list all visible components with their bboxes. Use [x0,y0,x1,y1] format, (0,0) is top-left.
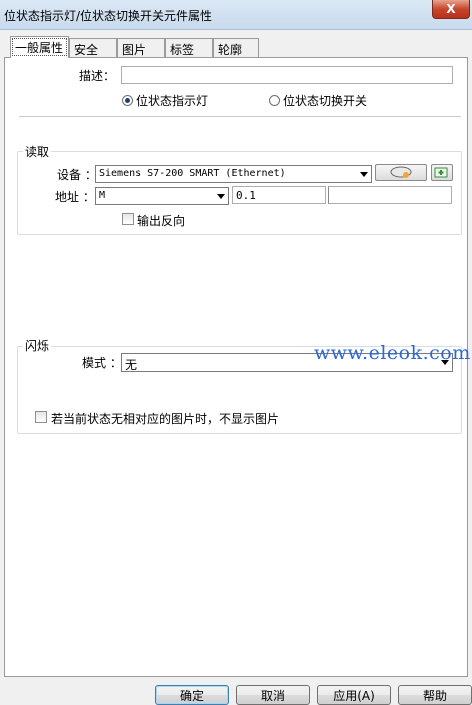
device-select[interactable]: Siemens S7-200 SMART (Ethernet) [95,165,372,183]
address-type-value: M [99,190,106,201]
invert-output-checkbox[interactable] [122,213,134,225]
device-label: 设备 ： [57,168,97,182]
cancel-button[interactable]: 取消 [236,685,310,705]
tab-outline[interactable]: 轮廓 [213,38,259,57]
hide-no-picture-checkbox[interactable] [35,411,47,423]
ok-button[interactable]: 确定 [155,685,229,705]
device-add-button[interactable] [431,164,453,181]
address-type-select[interactable]: M [95,187,229,205]
address-extra-field[interactable] [328,186,452,204]
chevron-down-icon [360,172,368,177]
radio-toggle-switch-label: 位状态切换开关 [283,94,368,108]
mode-select-value: 无 [125,358,138,372]
device-settings-button[interactable] [375,164,427,181]
address-input[interactable]: 0.1 [232,186,326,204]
window-title: 位状态指示灯/位状态切换开关元件属性 [4,9,213,23]
blink-group-title: 闪烁 [23,337,52,354]
tab-label[interactable]: 标签 [165,38,213,57]
radio-indicator-light[interactable] [122,95,133,106]
apply-button[interactable]: 应用(A) [317,685,391,705]
tab-security[interactable]: 安全 [69,38,117,57]
close-button[interactable]: X [432,0,470,19]
chevron-down-icon [217,194,225,199]
description-label: 描述： [79,69,116,83]
address-label: 地址 ： [55,190,95,204]
hide-no-picture-label: 若当前状态无相对应的图片时，不显示图片 [51,412,280,426]
tab-picture[interactable]: 图片 [117,38,165,57]
mode-label: 模式 ： [82,356,122,370]
title-bar: 位状态指示灯/位状态切换开关元件属性 X [0,0,472,30]
radio-toggle-switch[interactable] [269,95,280,106]
tab-panel-general: 描述： 位状态指示灯 位状态切换开关 读取 设备 ： Siemens S7-20… [4,57,468,677]
invert-output-label: 输出反向 [137,214,186,228]
description-input[interactable] [121,66,453,84]
close-icon: X [446,2,456,16]
help-button[interactable]: 帮助 [398,685,472,705]
radio-indicator-light-label: 位状态指示灯 [136,94,209,108]
device-settings-icon [390,166,412,178]
device-select-value: Siemens S7-200 SMART (Ethernet) [99,168,286,179]
add-device-icon [434,167,448,178]
watermark: www.eleok.com [314,342,471,364]
read-group-title: 读取 [23,143,52,160]
separator-line [19,116,461,117]
tab-general[interactable]: 一般属性 [10,36,69,58]
